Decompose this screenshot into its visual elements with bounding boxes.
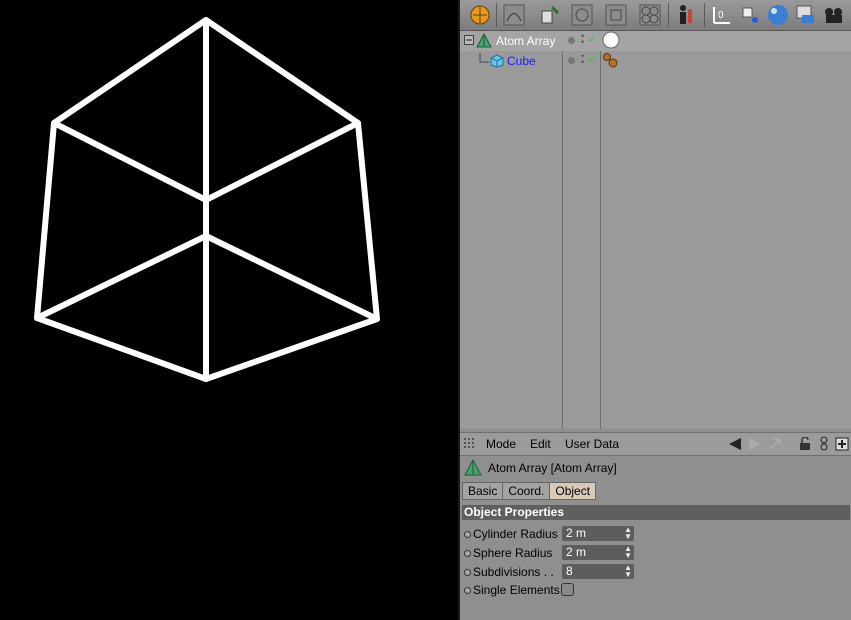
render-dots[interactable]: • • <box>581 32 584 47</box>
menu-user-data[interactable]: User Data <box>565 437 619 451</box>
visibility-dot[interactable] <box>568 37 575 44</box>
camera-icon[interactable] <box>820 2 848 28</box>
object-name[interactable]: Atom Array <box>496 34 555 48</box>
enabled-check-icon[interactable]: ✓ <box>587 32 597 46</box>
section-header: Object Properties <box>462 505 850 520</box>
toolbar: 0 <box>460 0 851 31</box>
prop-label: Sphere Radius <box>473 546 553 560</box>
atom-array-icon <box>464 459 482 476</box>
atom-icon[interactable] <box>636 2 664 28</box>
svg-text:0: 0 <box>718 10 724 21</box>
atom-array-icon <box>476 33 492 48</box>
prop-single-elements: Single Elements <box>462 581 848 599</box>
scene-icon[interactable] <box>736 2 764 28</box>
floor-icon[interactable] <box>792 2 820 28</box>
attribute-title: Atom Array [Atom Array] <box>464 459 617 477</box>
attribute-title-text: Atom Array [Atom Array] <box>488 461 617 475</box>
animate-dot-icon[interactable] <box>464 550 471 557</box>
menu-mode[interactable]: Mode <box>486 437 516 451</box>
nurbs-icon[interactable] <box>536 2 564 28</box>
cube-icon <box>490 54 504 68</box>
grip-icon[interactable] <box>464 438 476 450</box>
stepper-arrows-icon[interactable]: ▲ ▼ <box>624 545 632 560</box>
sphere-radius-field[interactable]: 2 m ▲ ▼ <box>562 545 634 560</box>
single-elements-checkbox[interactable] <box>561 583 574 596</box>
material-tag[interactable] <box>602 52 620 70</box>
spline-icon[interactable] <box>500 2 528 28</box>
subdivisions-field[interactable]: 8 ▲ ▼ <box>562 564 634 579</box>
cube-edge <box>34 233 209 321</box>
stepper-arrows-icon[interactable]: ▲ ▼ <box>624 526 632 541</box>
column-divider[interactable] <box>562 31 563 429</box>
array-icon[interactable] <box>568 2 596 28</box>
viewport[interactable] <box>0 0 458 620</box>
menu-edit[interactable]: Edit <box>530 437 551 451</box>
animate-dot-icon[interactable] <box>464 569 471 576</box>
right-panel: 0 Atom Array • • ✓ Cube • • ✓ Mode Edit … <box>460 0 851 620</box>
column-divider[interactable] <box>600 31 601 429</box>
object-name[interactable]: Cube <box>507 54 536 68</box>
back-arrow-icon[interactable] <box>728 437 742 451</box>
render-dots[interactable]: • • <box>581 52 584 67</box>
prop-label: Cylinder Radius <box>473 527 558 541</box>
white-sphere-tag[interactable] <box>602 31 620 49</box>
character-icon[interactable] <box>672 2 700 28</box>
up-arrow-icon[interactable] <box>768 437 782 451</box>
hierarchy-line <box>479 53 489 63</box>
link-icon[interactable] <box>818 436 830 452</box>
animate-dot-icon[interactable] <box>464 587 471 594</box>
cube-edge <box>203 120 361 203</box>
stepper-arrows-icon[interactable]: ▲ ▼ <box>624 564 632 579</box>
prop-label: Subdivisions . . <box>473 565 554 579</box>
coordinate-icon[interactable]: 0 <box>708 2 736 28</box>
cube-primitive-icon[interactable] <box>466 2 494 28</box>
object-row-cube[interactable]: Cube • • ✓ <box>460 51 851 71</box>
forward-arrow-icon[interactable] <box>748 437 762 451</box>
tab-basic[interactable]: Basic <box>462 482 504 500</box>
tab-coord[interactable]: Coord. <box>502 482 551 500</box>
sphere-material-icon[interactable] <box>764 2 792 28</box>
enabled-check-icon[interactable]: ✓ <box>587 52 597 66</box>
cube-edge <box>51 120 209 203</box>
visibility-dot[interactable] <box>568 57 575 64</box>
tab-object[interactable]: Object <box>549 482 597 500</box>
attribute-tabs: Basic Coord. Object <box>462 482 597 500</box>
collapse-toggle-icon[interactable] <box>464 35 474 45</box>
object-manager: Atom Array • • ✓ Cube • • ✓ <box>460 31 851 429</box>
new-panel-icon[interactable] <box>835 437 849 451</box>
animate-dot-icon[interactable] <box>464 531 471 538</box>
lock-icon[interactable] <box>798 437 812 451</box>
attribute-menu-bar: Mode Edit User Data <box>460 432 851 456</box>
prop-sphere-radius: Sphere Radius 2 m ▲ ▼ <box>462 544 848 562</box>
prop-cylinder-radius: Cylinder Radius 2 m ▲ ▼ <box>462 525 848 543</box>
cube-wireframe <box>34 17 380 382</box>
deformer-icon[interactable] <box>602 2 630 28</box>
prop-subdivisions: Subdivisions . . 8 ▲ ▼ <box>462 563 848 581</box>
object-row-atom-array[interactable]: Atom Array • • ✓ <box>460 31 851 51</box>
cube-edge <box>203 233 380 322</box>
cylinder-radius-field[interactable]: 2 m ▲ ▼ <box>562 526 634 541</box>
prop-label: Single Elements <box>473 583 560 597</box>
